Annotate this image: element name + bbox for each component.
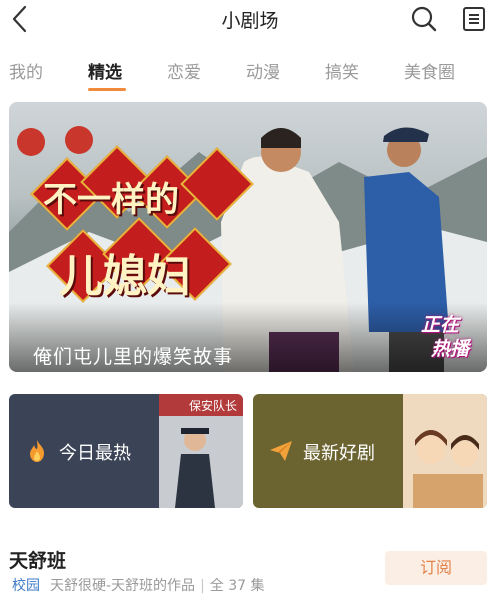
show-description: 天舒很硬-天舒班的作品 [50, 578, 196, 594]
paper-plane-icon [270, 441, 292, 461]
now-playing-badge: 正在 热播 [421, 314, 470, 360]
show-meta: 校园 天舒很硬-天舒班的作品 | 全 37 集 [12, 575, 265, 595]
nav-bar: 小剧场 [0, 0, 500, 40]
list-button[interactable] [461, 6, 487, 32]
tab-food[interactable]: 美食圈 [404, 58, 455, 83]
flame-icon [30, 440, 44, 462]
list-icon [463, 7, 485, 31]
show-category-tag[interactable]: 校园 [12, 578, 40, 594]
search-icon [411, 6, 437, 32]
tab-mine[interactable]: 我的 [9, 58, 43, 83]
tab-featured[interactable]: 精选 [88, 58, 122, 83]
tab-anime[interactable]: 动漫 [246, 58, 280, 83]
tab-romance[interactable]: 恋爱 [167, 58, 201, 83]
banner-title-line2: 儿媳妇 [59, 251, 191, 302]
meta-separator: | [200, 578, 205, 594]
latest-drama-label: 最新好剧 [303, 443, 375, 464]
active-tab-indicator [88, 88, 126, 91]
show-episode-count: 全 37 集 [209, 578, 265, 594]
tab-comedy[interactable]: 搞笑 [325, 58, 359, 83]
show-title[interactable]: 天舒班 [9, 546, 66, 573]
category-tabs: 我的 精选 恋爱 动漫 搞笑 美食圈 [0, 52, 500, 92]
card-photo-text: 保安队长 [188, 399, 237, 413]
banner-title-line1: 不一样的 [43, 180, 179, 220]
quick-entry-cards: 今日最热 保安队长 最新好剧 [0, 394, 500, 508]
today-hottest-label: 今日最热 [59, 443, 131, 464]
latest-drama-card[interactable]: 最新好剧 [253, 394, 487, 508]
today-hottest-card[interactable]: 今日最热 保安队长 [9, 394, 243, 508]
featured-banner[interactable]: 不一样的 儿媳妇 俺们屯儿里的爆笑故事 正在 热播 [9, 102, 487, 372]
banner-caption: 俺们屯儿里的爆笑故事 [33, 346, 234, 368]
search-button[interactable] [410, 5, 438, 33]
subscribe-button[interactable]: 订阅 [385, 551, 487, 585]
card-thumbnail [403, 394, 487, 508]
